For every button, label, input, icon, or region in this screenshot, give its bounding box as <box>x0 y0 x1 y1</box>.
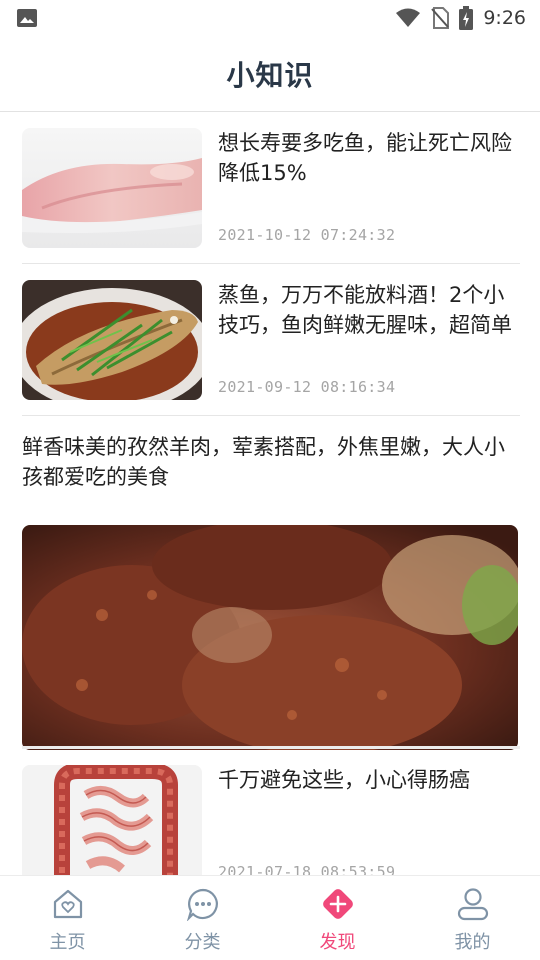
article-title[interactable]: 千万避免这些，小心得肠癌 <box>218 765 520 795</box>
no-sim-icon <box>431 7 450 29</box>
diamond-plus-icon <box>320 886 356 922</box>
article-feed[interactable]: 想长寿要多吃鱼，能让死亡风险降低15% 2021-10-12 07:24:32 … <box>0 112 540 875</box>
chat-dots-icon <box>185 886 221 922</box>
article-card[interactable]: 千万避免这些，小心得肠癌 2021-07-18 08:53:59 <box>22 765 520 875</box>
tab-label: 主页 <box>49 932 86 953</box>
divider <box>22 746 520 749</box>
home-heart-icon <box>50 886 86 922</box>
article-hero-image <box>22 525 518 750</box>
article-title[interactable]: 蒸鱼，万万不能放料酒！2个小技巧，鱼肉鲜嫩无腥味，超简单 <box>218 280 520 340</box>
article-title[interactable]: 想长寿要多吃鱼，能让死亡风险降低15% <box>218 128 520 188</box>
article-date: 2021-10-12 07:24:32 <box>218 226 396 244</box>
status-time: 9:26 <box>483 7 526 29</box>
tab-label: 分类 <box>184 932 221 953</box>
article-thumbnail <box>22 280 202 400</box>
tab-label: 发现 <box>319 932 356 953</box>
bottom-tab-bar: 主页 分类 发现 我的 <box>0 875 540 960</box>
app-header: 小知识 <box>0 36 540 112</box>
image-icon <box>17 9 37 27</box>
article-date: 2021-09-12 08:16:34 <box>218 378 396 396</box>
tab-label: 我的 <box>454 932 491 953</box>
tab-home[interactable]: 主页 <box>0 876 135 960</box>
article-title[interactable]: 鲜香味美的孜然羊肉，荤素搭配，外焦里嫩，大人小孩都爱吃的美食 <box>22 432 520 492</box>
divider <box>22 415 520 416</box>
article-card[interactable]: 想长寿要多吃鱼，能让死亡风险降低15% 2021-10-12 07:24:32 <box>22 128 520 248</box>
tab-mine[interactable]: 我的 <box>405 876 540 960</box>
status-bar: 9:26 <box>0 0 540 36</box>
article-thumbnail <box>22 765 202 875</box>
article-card[interactable]: 蒸鱼，万万不能放料酒！2个小技巧，鱼肉鲜嫩无腥味，超简单 2021-09-12 … <box>22 280 520 400</box>
page-title: 小知识 <box>226 58 314 92</box>
battery-charging-icon <box>459 6 474 30</box>
tab-discover[interactable]: 发现 <box>270 876 405 960</box>
article-card[interactable]: 鲜香味美的孜然羊肉，荤素搭配，外焦里嫩，大人小孩都爱吃的美食 <box>22 432 520 752</box>
divider <box>22 263 520 264</box>
article-date: 2021-07-18 08:53:59 <box>218 863 396 875</box>
wifi-icon <box>396 8 421 27</box>
person-icon <box>455 886 491 922</box>
article-thumbnail <box>22 128 202 248</box>
tab-category[interactable]: 分类 <box>135 876 270 960</box>
